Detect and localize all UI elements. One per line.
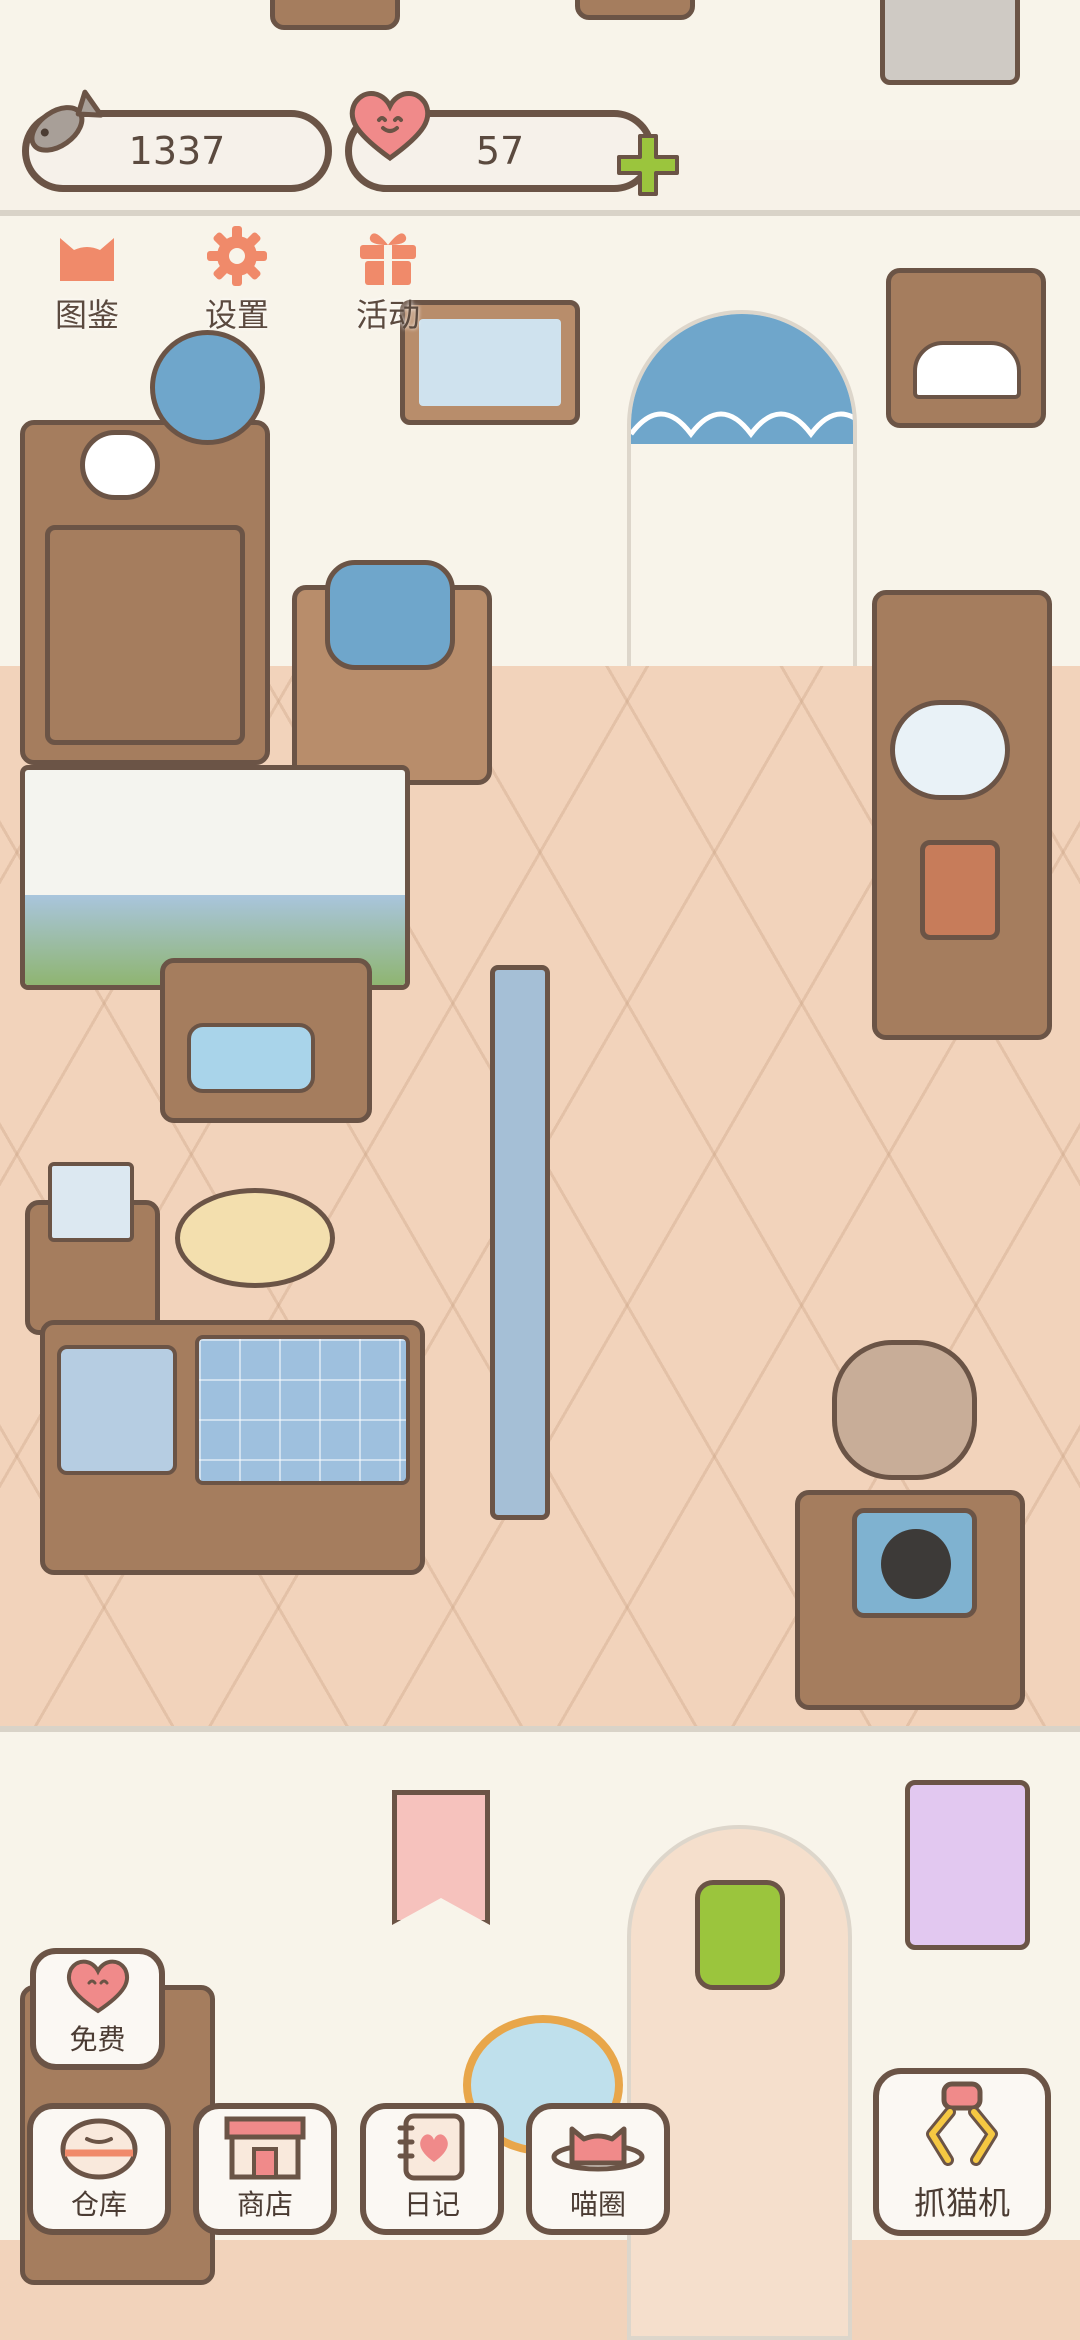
shop-button[interactable]: 商店 bbox=[193, 2103, 337, 2235]
fish-icon bbox=[29, 89, 104, 153]
upper-furniture[interactable] bbox=[270, 0, 400, 30]
tv[interactable] bbox=[160, 958, 372, 1123]
plant-pot[interactable] bbox=[80, 430, 160, 500]
heart-face-icon bbox=[66, 1959, 129, 2014]
bed[interactable] bbox=[40, 1320, 425, 1575]
storage-bun-icon bbox=[60, 2118, 138, 2180]
doorway bbox=[627, 310, 857, 666]
top-menu-label: 图鉴 bbox=[54, 296, 119, 334]
claw-machine-label: 抓猫机 bbox=[913, 2184, 1010, 2222]
claw-machine-icon bbox=[926, 2081, 998, 2166]
book-stack[interactable] bbox=[48, 1162, 134, 1242]
cat-basket[interactable] bbox=[175, 1188, 335, 1288]
top-menu-label: 设置 bbox=[204, 296, 269, 334]
claw-machine-button[interactable]: 抓猫机 bbox=[873, 2068, 1051, 2236]
free-button[interactable]: 免费 bbox=[30, 1948, 165, 2070]
gear-icon bbox=[207, 226, 267, 286]
cat-planet-icon bbox=[551, 2126, 645, 2172]
cat-head-icon bbox=[60, 238, 114, 281]
room-screen[interactable] bbox=[490, 965, 550, 1520]
fishbowl[interactable] bbox=[890, 700, 1010, 800]
folding-screen[interactable] bbox=[20, 765, 410, 990]
fish-count: 1337 bbox=[128, 129, 226, 173]
storage-label: 仓库 bbox=[70, 2188, 127, 2221]
upper-stove[interactable] bbox=[880, 0, 1020, 85]
shop-icon bbox=[224, 2116, 306, 2180]
record-player[interactable] bbox=[852, 1508, 977, 1618]
sewing-machine[interactable] bbox=[325, 560, 455, 670]
poster[interactable] bbox=[905, 1780, 1030, 1950]
cat-circle-label: 喵圈 bbox=[569, 2188, 626, 2221]
globe[interactable] bbox=[150, 330, 265, 445]
shop-label: 商店 bbox=[236, 2188, 293, 2221]
heart-count: 57 bbox=[475, 129, 525, 173]
upper-furniture[interactable] bbox=[575, 0, 695, 20]
wave-curtain-icon bbox=[631, 411, 853, 439]
top-menu-collection[interactable]: 图鉴 bbox=[52, 226, 122, 336]
wall-oven[interactable] bbox=[886, 268, 1046, 428]
tall-shelf[interactable] bbox=[872, 590, 1052, 1040]
top-menu-events[interactable]: 活动 bbox=[353, 226, 423, 336]
plus-icon[interactable] bbox=[615, 132, 681, 198]
photo-frame[interactable] bbox=[400, 300, 580, 425]
top-menu-label: 活动 bbox=[355, 296, 420, 334]
cactus-pot[interactable] bbox=[920, 840, 1000, 940]
storage-button[interactable]: 仓库 bbox=[27, 2103, 171, 2235]
gift-icon bbox=[360, 233, 416, 285]
diary-label: 日记 bbox=[403, 2188, 460, 2221]
top-menu-settings[interactable]: 设置 bbox=[202, 226, 272, 336]
chair[interactable] bbox=[832, 1340, 977, 1480]
free-label: 免费 bbox=[69, 2023, 126, 2056]
diary-icon bbox=[397, 2113, 465, 2181]
cat-circle-button[interactable]: 喵圈 bbox=[526, 2103, 670, 2235]
charm-ornament[interactable] bbox=[695, 1880, 785, 1990]
heart-icon bbox=[349, 91, 431, 162]
diary-button[interactable]: 日记 bbox=[360, 2103, 504, 2235]
